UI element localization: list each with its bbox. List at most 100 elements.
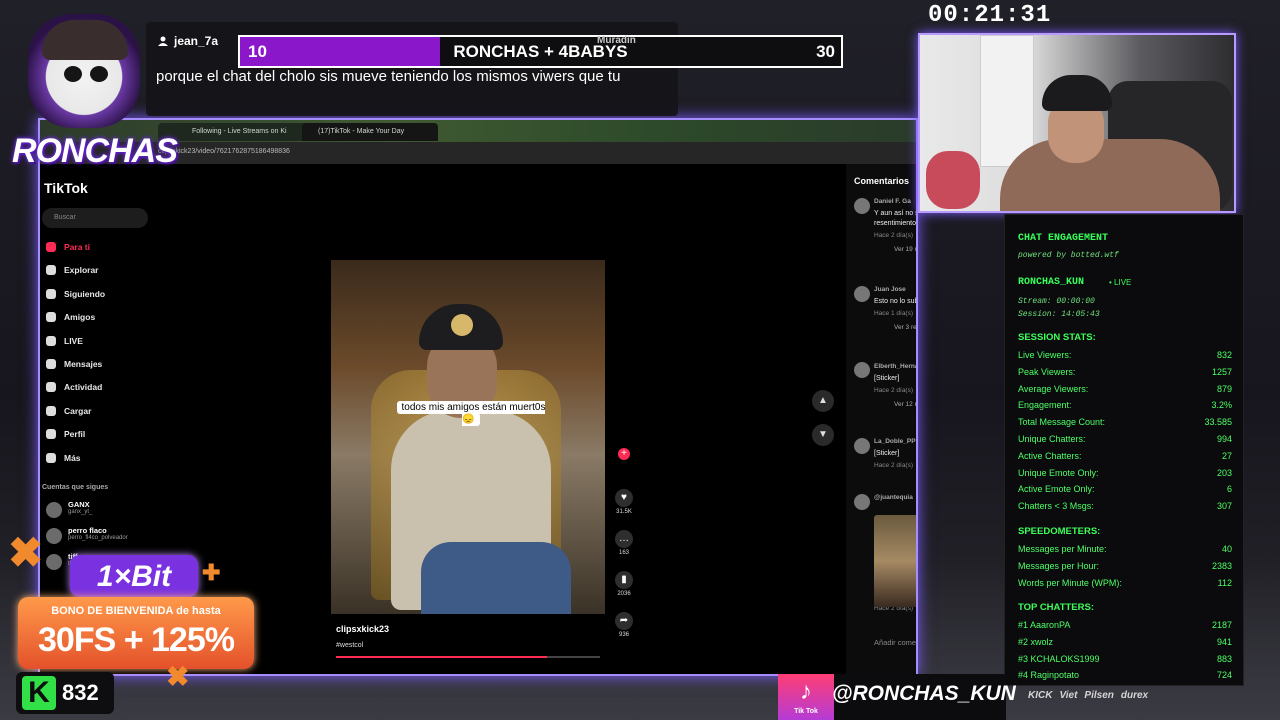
comment-time: Hace 1 día(s) [874, 310, 914, 317]
video-action[interactable]: ➦ 936 [614, 612, 634, 638]
stat-value: 112 [1217, 577, 1232, 588]
sidebar-item-label: LIVE [64, 335, 83, 346]
sidebar-item[interactable]: Para ti [44, 238, 90, 256]
stat-row: Live Viewers: 832 [1018, 350, 1232, 364]
sidebar-item[interactable]: Amigos [44, 308, 95, 326]
stat-value: 1257 [1211, 366, 1232, 377]
comment-user[interactable]: @juantequia [874, 494, 916, 501]
avatar[interactable] [854, 362, 870, 378]
stat-row: #2 xwolz 941 [1018, 637, 1232, 651]
stat-value: 994 [1216, 434, 1232, 444]
comment-icon[interactable]: … [615, 530, 633, 548]
action-count: 31.5K [616, 509, 632, 515]
sidebar-item[interactable]: Más [44, 449, 81, 467]
video-author[interactable]: clipsxkick23 [336, 624, 389, 634]
avatar[interactable] [854, 494, 870, 510]
tiktok-logo[interactable]: TikTok [44, 180, 88, 196]
promo-x-decoration: ✖ [8, 529, 44, 576]
browser-tab-kick[interactable]: Following - Live Streams on Ki [176, 123, 314, 141]
account-handle: perro_fl4co_polveador [68, 535, 128, 541]
view-replies-button[interactable]: Ver 12 respuestas ⌄ [894, 400, 916, 408]
browser-tab-tiktok[interactable]: (17)TikTok - Make Your Day [302, 123, 438, 141]
comment-text: Y aun así no siembra odio, ni hay resent… [874, 210, 918, 227]
sidebar-item[interactable]: Explorar [44, 261, 99, 279]
search-input[interactable]: Buscar [42, 208, 148, 228]
comment-user[interactable]: La_Doble_PP [874, 438, 916, 445]
avatar[interactable] [854, 438, 870, 454]
previous-video-button[interactable]: ▲ [812, 390, 834, 412]
stat-label: Average Viewers: [1018, 383, 1089, 394]
comment-input[interactable]: Añadir comentario... [854, 634, 916, 652]
stream-timer: 00:21:31 [928, 2, 1052, 29]
panel-powered-by: powered by botted.wtf [1018, 251, 1119, 260]
stat-row: #4 Raginpotato 724 [1018, 670, 1232, 684]
sidebar-item[interactable]: Perfil [44, 425, 85, 443]
nav-icon [46, 312, 56, 323]
stat-row: Chatters < 3 Msgs: 307 [1018, 501, 1232, 515]
stat-row: #1 AaaronPA 2187 [1018, 620, 1232, 634]
sponsor-logo: KICK [1028, 690, 1053, 701]
tiktok-banner-side: ♪ Tik Tok [778, 674, 834, 720]
comment-meta: Hace 2 día(s)Responder [874, 387, 916, 394]
sidebar-item-label: Para ti [64, 242, 90, 252]
mascot-eye [90, 66, 108, 82]
next-video-button[interactable]: ▼ [812, 424, 834, 446]
nav-icon [46, 452, 56, 463]
video-hashtag[interactable]: #westcol [336, 642, 363, 649]
followed-account[interactable]: GANX ganx_yt_ [44, 500, 92, 524]
video-action[interactable]: ♥ 31.5K [614, 489, 634, 515]
stat-row: Active Emote Only: 6 [1018, 484, 1232, 498]
plus-icon[interactable]: + [618, 448, 630, 460]
video-progress-bar[interactable] [336, 656, 600, 658]
sidebar-item[interactable]: Actividad [44, 378, 102, 396]
top-chatters-header: TOP CHATTERS: [1018, 602, 1095, 613]
share-icon[interactable]: ➦ [615, 612, 633, 630]
url-text: clipsxkick23/video/7621762875186498836 [158, 148, 290, 155]
video-action[interactable]: + [614, 448, 634, 462]
sidebar-item-label: Más [64, 452, 81, 463]
stat-label: Unique Emote Only: [1018, 467, 1099, 478]
stat-value: 724 [1216, 670, 1232, 681]
tab-label: Following - Live Streams on Ki [192, 128, 287, 135]
stat-label: Words per Minute (WPM): [1018, 577, 1122, 588]
avatar [46, 554, 62, 570]
sidebar-item[interactable]: Siguiendo [44, 285, 105, 303]
stat-row: Unique Chatters: 994 [1018, 434, 1232, 448]
avatar[interactable] [854, 286, 870, 302]
nav-icon [46, 242, 56, 252]
view-replies-button[interactable]: Ver 19 respuestas ⌄ [894, 245, 916, 253]
comment-time: Hace 2 día(s) [874, 462, 914, 469]
video-action[interactable]: … 163 [614, 530, 634, 556]
sidebar-item[interactable]: LIVE [44, 332, 83, 350]
followed-account[interactable]: perro flaco perro_fl4co_polveador [44, 526, 128, 550]
sidebar-item[interactable]: Cargar [44, 402, 91, 420]
channel-name: RONCHAS_KUN [1018, 277, 1085, 288]
comment-user[interactable]: Elberth_Hernández 🔻 [874, 362, 916, 370]
session-stats-header: SESSION STATS: [1018, 332, 1096, 343]
stat-value: 883 [1216, 653, 1232, 664]
comment-user[interactable]: Daniel F. Ga [874, 198, 916, 205]
kick-viewer-count: 832 [62, 680, 99, 705]
heart-icon[interactable]: ♥ [615, 489, 633, 507]
cap-badge [451, 314, 473, 336]
stat-value: 40 [1221, 544, 1232, 554]
promo-x-decoration: ✖ [166, 661, 190, 692]
sidebar-item[interactable]: Mensajes [44, 355, 102, 373]
video-action[interactable]: ▮ 2036 [614, 571, 634, 597]
bookmark-icon[interactable]: ▮ [615, 571, 633, 589]
account-handle: ganx_yt_ [68, 509, 93, 515]
video-caption: todos mis amigos están muert0s 😞 [391, 401, 551, 426]
webcam-person-hat [1042, 75, 1112, 111]
stat-label: #1 AaaronPA [1018, 620, 1071, 630]
comment-meta: Hace 2 día(s)Responder [874, 462, 916, 469]
avatar[interactable] [854, 198, 870, 214]
comment-image[interactable] [874, 515, 916, 607]
stat-label: Active Chatters: [1018, 450, 1082, 461]
video-player[interactable]: todos mis amigos están muert0s 😞 [331, 260, 605, 614]
comment-user[interactable]: Juan Jose [874, 286, 916, 293]
stat-value: 6 [1226, 484, 1232, 495]
comment: Elberth_Hernández 🔻 [Sticker] Hace 2 día(s… [854, 362, 916, 408]
stat-label: Engagement: [1018, 400, 1072, 411]
nav-icon [46, 382, 56, 393]
view-replies-button[interactable]: Ver 3 respuestas ⌄ [894, 323, 916, 331]
